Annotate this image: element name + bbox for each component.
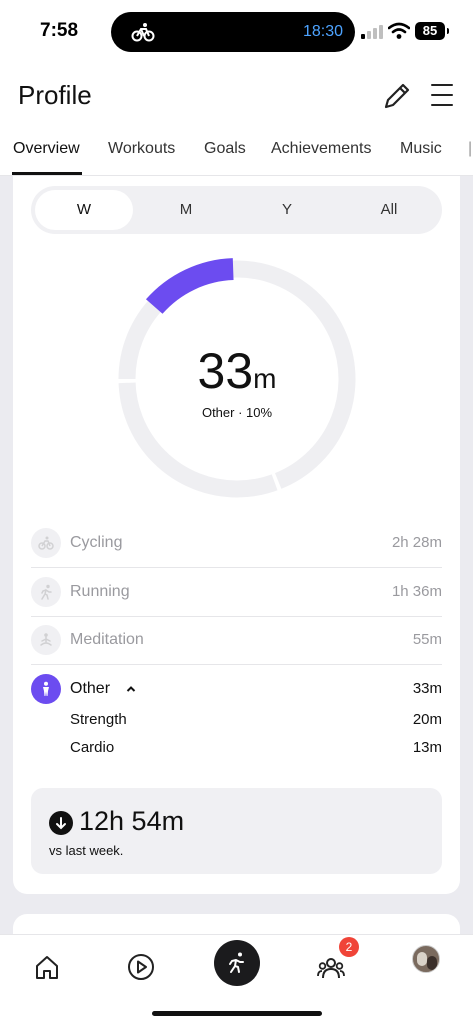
comparison-value: 12h 54m: [79, 806, 185, 836]
activity-row-running[interactable]: Running 1h 36m: [31, 569, 442, 617]
battery-indicator: 85: [415, 22, 449, 40]
menu-button[interactable]: [428, 80, 456, 110]
tab-achievements[interactable]: Achievements: [271, 140, 372, 158]
activity-label: Other: [70, 680, 111, 697]
activity-row-cycling[interactable]: Cycling 2h 28m: [31, 520, 442, 568]
community-icon: [317, 958, 345, 979]
activity-value: 2h 28m: [391, 534, 442, 551]
cycling-icon: [38, 536, 54, 550]
weekly-comparison: 12h 54m vs last week.: [31, 788, 442, 874]
comparison-label: vs last week.: [49, 843, 124, 858]
tab-music[interactable]: Music: [400, 140, 442, 158]
pencil-icon: [384, 83, 410, 109]
period-year[interactable]: Y: [238, 190, 336, 230]
activity-label: Cycling: [70, 534, 123, 551]
bottom-navigation: 2: [0, 934, 473, 1024]
activity-row-other[interactable]: Other 33m: [31, 671, 442, 711]
tab-more-partial[interactable]: |: [468, 140, 472, 158]
summary-unit: m: [253, 363, 277, 394]
tab-workouts[interactable]: Workouts: [108, 140, 175, 158]
period-week[interactable]: W: [35, 190, 133, 230]
tab-goals[interactable]: Goals: [204, 140, 246, 158]
dynamic-island[interactable]: 18:30: [111, 12, 355, 52]
cellular-signal-icon: [361, 25, 383, 39]
ring-highlight-segment: [145, 258, 234, 315]
avatar[interactable]: [412, 945, 440, 973]
status-bar: 7:58 18:30 85: [0, 0, 473, 66]
meditation-icon: [40, 633, 52, 646]
chevron-up-icon[interactable]: [126, 684, 136, 694]
home-indicator: [152, 1011, 322, 1016]
nav-play[interactable]: [119, 945, 163, 989]
activity-value: 33m: [412, 680, 442, 697]
arrow-down-icon: [56, 817, 66, 830]
sub-activity-row: Cardio 13m: [70, 739, 442, 763]
sub-activity-label: Cardio: [70, 739, 115, 756]
status-time: 7:58: [40, 20, 79, 41]
edit-profile-button[interactable]: [380, 79, 414, 113]
running-icon: [41, 584, 52, 600]
period-selector: W M Y All: [31, 186, 442, 234]
notification-badge: 2: [339, 937, 359, 957]
activity-value: 55m: [412, 631, 442, 648]
active-tab-indicator: [12, 172, 82, 175]
sub-activity-value: 20m: [412, 711, 442, 728]
person-icon: [43, 681, 49, 696]
profile-tabs: Overview Workouts Goals Achievements Mus…: [0, 128, 473, 176]
nav-activity[interactable]: [214, 940, 260, 986]
page-title: Profile: [18, 80, 92, 110]
sub-activity-value: 13m: [412, 739, 442, 756]
activity-icon: [229, 952, 244, 973]
period-month[interactable]: M: [137, 190, 235, 230]
wifi-icon: [388, 22, 410, 39]
tab-overview[interactable]: Overview: [13, 140, 80, 158]
sub-activity-label: Strength: [70, 711, 127, 728]
sub-activity-row: Strength 20m: [70, 711, 442, 735]
activity-row-meditation[interactable]: Meditation 55m: [31, 617, 442, 665]
summary-number: 33: [197, 343, 254, 399]
summary-caption: Other · 10%: [201, 405, 273, 420]
play-icon: [128, 954, 154, 980]
hamburger-menu-icon: [431, 84, 453, 86]
cycling-activity-icon: [131, 23, 155, 42]
nav-home[interactable]: [25, 945, 69, 989]
home-icon: [36, 956, 58, 979]
period-all[interactable]: All: [340, 190, 438, 230]
activity-label: Meditation: [70, 631, 144, 648]
summary-value: 33m: [113, 342, 361, 400]
activity-value: 1h 36m: [391, 583, 442, 600]
live-activity-timer: 18:30: [302, 23, 343, 40]
activity-label: Running: [70, 583, 130, 600]
